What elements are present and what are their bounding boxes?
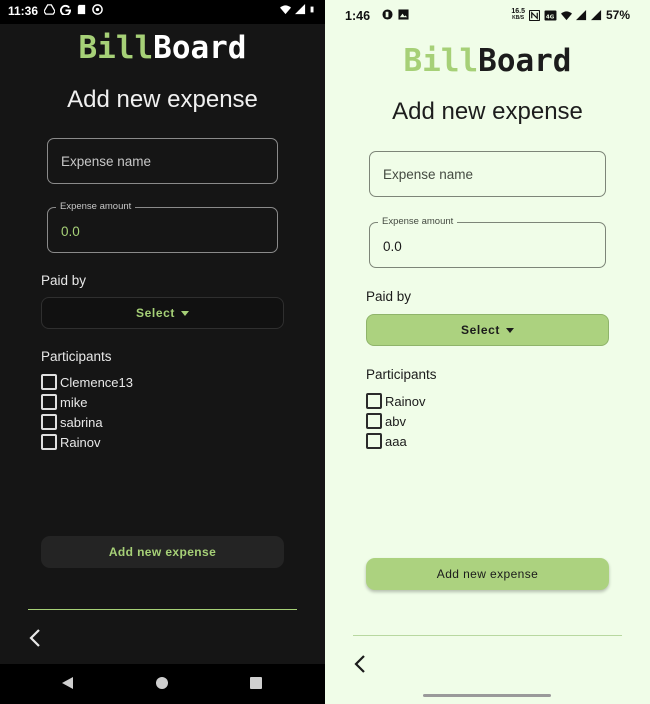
app-logo: BillBoard — [78, 30, 247, 66]
participants-label: Participants — [366, 367, 437, 382]
expense-name-input[interactable]: Expense name — [369, 151, 606, 197]
participant-name: abv — [385, 413, 406, 429]
participants-list: Rainov abv aaa — [366, 391, 425, 451]
expense-amount-label: Expense amount — [378, 216, 458, 227]
wifi-icon — [560, 10, 572, 20]
expense-amount-value: 0.0 — [61, 224, 80, 239]
add-expense-button[interactable]: Add new expense — [41, 536, 284, 568]
gesture-nav-bar — [325, 690, 650, 704]
network-speed: 16.5 KB/S — [511, 8, 525, 21]
page-title: Add new expense — [392, 98, 583, 125]
expense-amount-input[interactable]: Expense amount 0.0 — [47, 201, 278, 253]
light-screen: 1:46 16.5 KB/S 4G 57% BillBoard Add new … — [325, 0, 650, 704]
list-item[interactable]: abv — [366, 411, 425, 431]
chevron-down-icon — [505, 327, 514, 333]
participant-name: sabrina — [60, 414, 103, 430]
paid-by-select-label: Select — [461, 323, 500, 337]
list-item[interactable]: Rainov — [41, 432, 133, 452]
participant-name: Rainov — [385, 393, 426, 409]
sync-icon — [92, 4, 103, 15]
expense-name-input[interactable]: Expense name — [47, 138, 278, 184]
svg-text:4G: 4G — [546, 14, 555, 20]
list-item[interactable]: sabrina — [41, 412, 133, 432]
sd-card-icon — [77, 4, 86, 15]
participants-list: Clemence13 mike sabrina Rainov — [41, 372, 133, 452]
participant-name: mike — [60, 394, 88, 410]
participant-checkbox[interactable] — [366, 393, 382, 409]
nav-home-icon[interactable] — [155, 676, 169, 690]
chevron-down-icon — [180, 310, 189, 316]
battery-percentage: 57% — [605, 8, 630, 22]
add-expense-button[interactable]: Add new expense — [366, 558, 609, 590]
app-logo: BillBoard — [403, 43, 572, 79]
dark-screen: 11:36 BillBoard Add new expense Expense … — [0, 0, 325, 704]
participant-name: Clemence13 — [60, 374, 133, 390]
participant-name: aaa — [385, 433, 407, 449]
image-icon — [398, 9, 409, 20]
google-icon — [60, 4, 71, 15]
list-item[interactable]: Clemence13 — [41, 372, 133, 392]
participant-checkbox[interactable] — [41, 434, 57, 450]
participant-checkbox[interactable] — [41, 394, 57, 410]
paid-by-label: Paid by — [366, 289, 412, 304]
divider — [28, 609, 297, 610]
list-item[interactable]: aaa — [366, 431, 425, 451]
participants-label: Participants — [41, 349, 112, 364]
expense-name-placeholder: Expense name — [61, 154, 152, 169]
nav-back-icon[interactable] — [61, 676, 75, 690]
nav-recents-icon[interactable] — [249, 676, 263, 690]
paid-by-select-label: Select — [136, 306, 175, 320]
paid-by-label: Paid by — [41, 273, 87, 288]
expense-amount-value: 0.0 — [383, 239, 402, 254]
participant-checkbox[interactable] — [41, 414, 57, 430]
signal-icon — [575, 9, 587, 20]
status-bar: 11:36 — [0, 0, 325, 24]
back-arrow-icon[interactable] — [26, 628, 46, 648]
volte-icon: 4G — [544, 9, 557, 21]
battery-icon — [310, 6, 314, 13]
signal-icon-2 — [590, 9, 602, 20]
participant-checkbox[interactable] — [41, 374, 57, 390]
participant-checkbox[interactable] — [366, 433, 382, 449]
expense-amount-label: Expense amount — [56, 201, 136, 212]
notification-app-icon — [382, 9, 393, 20]
participant-checkbox[interactable] — [366, 413, 382, 429]
nfc-icon — [528, 9, 540, 21]
paid-by-select[interactable]: Select — [366, 314, 609, 346]
system-nav-bar — [0, 664, 325, 704]
gesture-handle[interactable] — [423, 694, 551, 697]
back-arrow-icon[interactable] — [351, 654, 371, 674]
signal-icon — [295, 4, 306, 15]
expense-name-placeholder: Expense name — [383, 167, 474, 182]
paid-by-select[interactable]: Select — [41, 297, 284, 329]
page-title: Add new expense — [67, 86, 258, 113]
status-time: 11:36 — [8, 4, 39, 18]
drive-icon — [44, 4, 55, 15]
expense-amount-input[interactable]: Expense amount 0.0 — [369, 216, 606, 268]
status-bar: 1:46 16.5 KB/S 4G 57% — [325, 0, 650, 31]
list-item[interactable]: Rainov — [366, 391, 425, 411]
status-time: 1:46 — [345, 9, 371, 23]
list-item[interactable]: mike — [41, 392, 133, 412]
wifi-icon — [280, 5, 291, 15]
divider — [353, 635, 622, 636]
participant-name: Rainov — [60, 434, 101, 450]
